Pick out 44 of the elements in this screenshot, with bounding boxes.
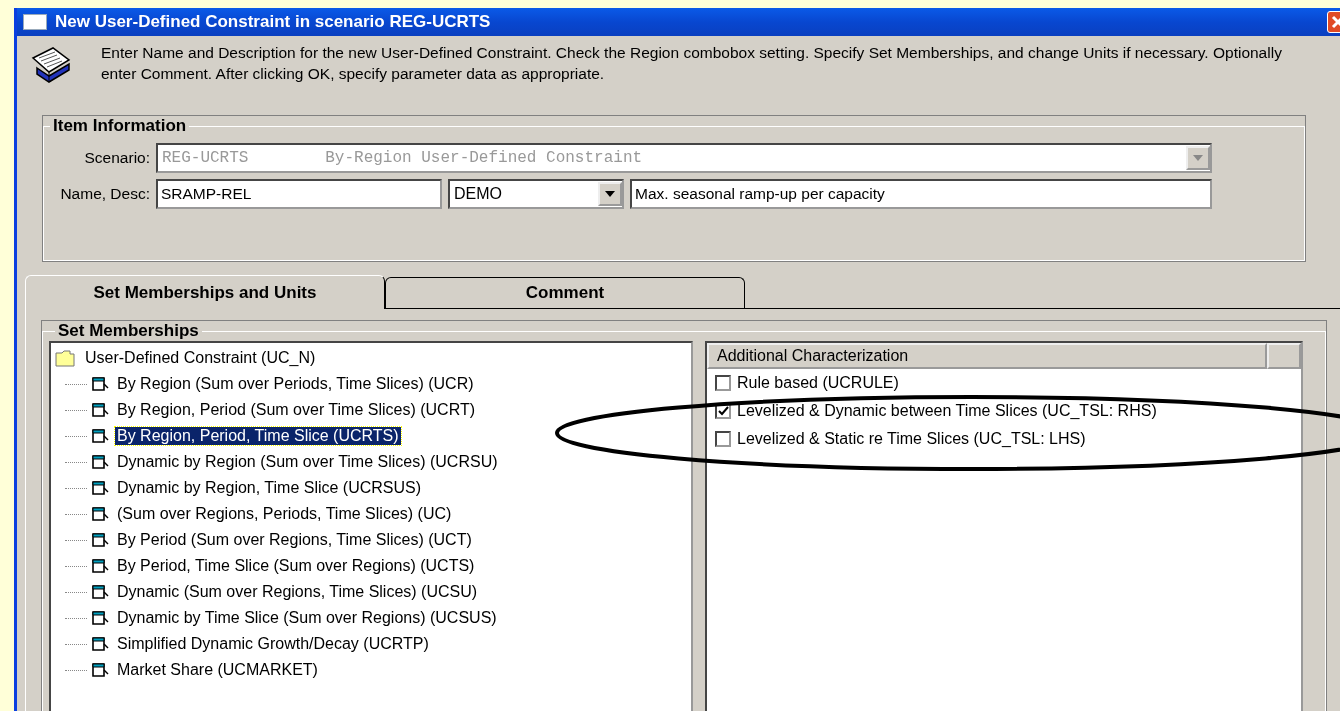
tree-item[interactable]: By Period, Time Slice (Sum over Regions) (UCTS) — [115, 557, 477, 575]
instruction-text: Enter Name and Description for the new User-Defined Constraint. Check the Region combobox setting. Specify Set Memberships, and change Units if necessary. Optionally enter Comment. After clicking OK, specify parameter data as appropriate. — [101, 43, 1283, 84]
tree-item[interactable]: By Period (Sum over Regions, Time Slices) (UCT) — [115, 531, 474, 549]
group-title: Item Information — [52, 116, 188, 136]
tree-item[interactable]: By Region, Period (Sum over Time Slices) (UCRT) — [115, 401, 478, 419]
table-node-icon — [91, 584, 109, 600]
group-title: Set Memberships — [57, 321, 200, 341]
tree-item[interactable]: Market Share (UCMARKET) — [115, 661, 320, 679]
table-node-icon — [91, 610, 109, 626]
table-node-icon — [91, 480, 109, 496]
name-label: Name, Desc: — [59, 185, 150, 203]
tree-item[interactable]: Simplified Dynamic Growth/Decay (UCRTP) — [115, 635, 431, 653]
checkbox-label: Levelized & Dynamic between Time Slices (UC_TSL: RHS) — [737, 402, 1157, 420]
checkbox[interactable] — [715, 375, 731, 391]
checkbox[interactable] — [715, 431, 731, 447]
table-node-icon — [91, 376, 109, 392]
table-node-icon — [91, 402, 109, 418]
checkbox-label: Levelized & Static re Time Slices (UC_TSL: LHS) — [737, 430, 1086, 448]
tab[interactable]: Set Memberships and Units — [25, 275, 385, 309]
description-input[interactable]: Max. seasonal ramp-up per capacity — [630, 179, 1212, 209]
table-node-icon — [91, 428, 109, 444]
tree-item[interactable]: Dynamic by Region (Sum over Time Slices) (UCRSU) — [115, 453, 500, 471]
window-title: New User-Defined Constraint in scenario REG-UCRTS — [55, 12, 491, 32]
region-combobox[interactable]: DEMO — [448, 179, 624, 209]
table-node-icon — [91, 662, 109, 678]
table-node-icon — [91, 636, 109, 652]
name-input[interactable]: SRAMP-REL — [156, 179, 442, 209]
window-icon — [23, 14, 47, 30]
book-icon — [29, 44, 73, 86]
tree-item[interactable]: Dynamic by Region, Time Slice (UCRSUS) — [115, 479, 424, 497]
tree-item[interactable]: (Sum over Regions, Periods, Time Slices) (UC) — [115, 505, 454, 523]
tree-item[interactable]: Dynamic by Time Slice (Sum over Regions) (UCSUS) — [115, 609, 499, 627]
tree-item[interactable]: User-Defined Constraint (UC_N) — [83, 349, 318, 367]
table-node-icon — [91, 558, 109, 574]
tree-item[interactable]: By Region (Sum over Periods, Time Slices) (UCR) — [115, 375, 476, 393]
column-header[interactable]: Additional Characterization — [707, 343, 1267, 369]
table-node-icon — [91, 506, 109, 522]
tree-item[interactable]: Dynamic (Sum over Regions, Time Slices) (UCSU) — [115, 583, 480, 601]
tab[interactable]: Comment — [385, 277, 745, 308]
table-node-icon — [91, 532, 109, 548]
table-node-icon — [91, 454, 109, 470]
scenario-label: Scenario: — [83, 149, 150, 167]
checkbox-label: Rule based (UCRULE) — [737, 374, 899, 392]
tree-item[interactable]: By Region, Period, Time Slice (UCRTS) — [115, 427, 401, 445]
